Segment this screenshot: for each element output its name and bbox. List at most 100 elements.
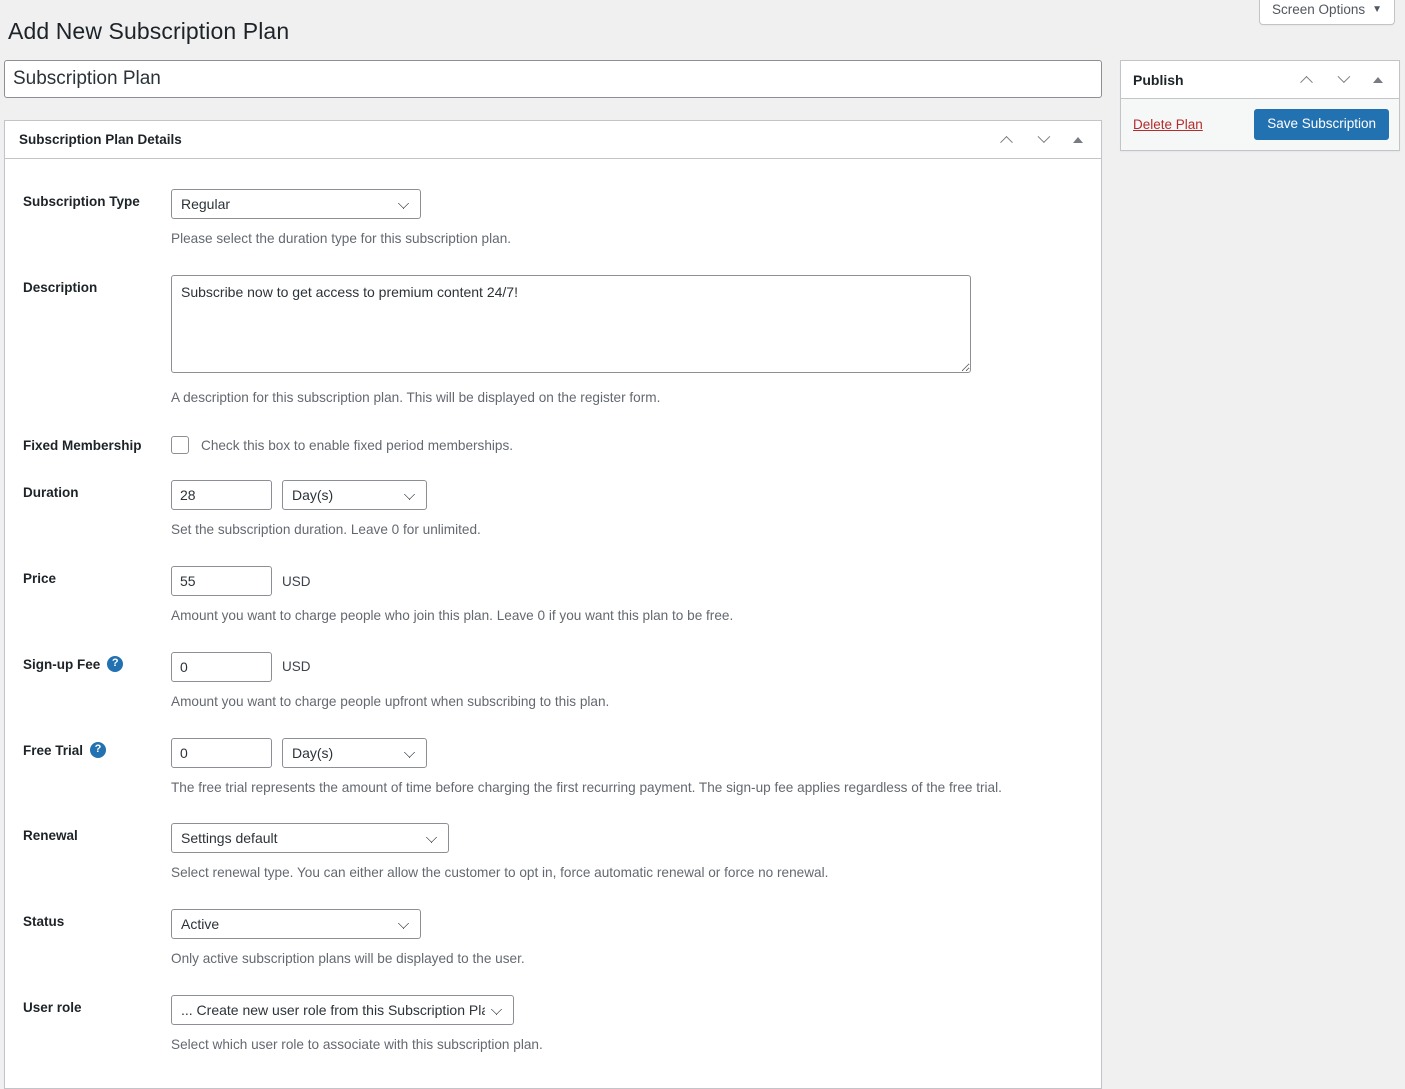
status-description: Only active subscription plans will be d… xyxy=(171,950,525,966)
publish-handle-actions xyxy=(1295,67,1389,93)
plan-title-input[interactable] xyxy=(4,60,1102,98)
move-down-button[interactable] xyxy=(1031,127,1053,153)
duration-description: Set the subscription duration. Leave 0 f… xyxy=(171,522,481,538)
screen-options-label: Screen Options xyxy=(1272,2,1366,17)
toggle-panel-button[interactable] xyxy=(1367,67,1389,93)
signup-fee-group: USD xyxy=(171,651,1101,682)
page-title: Add New Subscription Plan xyxy=(8,18,290,44)
field-status: Active Only active subscription plans wi… xyxy=(171,908,1101,969)
label-text: Sign-up Fee xyxy=(23,656,101,672)
signup-fee-input[interactable] xyxy=(171,651,272,682)
description-textarea[interactable]: Subscribe now to get access to premium c… xyxy=(171,274,971,373)
publish-actions: Delete Plan Save Subscription xyxy=(1121,99,1399,150)
panel-title: Subscription Plan Details xyxy=(19,132,182,147)
subscription-type-select[interactable]: Regular xyxy=(171,189,421,219)
label-user-role: User role xyxy=(23,995,171,1055)
field-subscription-type: Regular Please select the duration type … xyxy=(171,189,1101,249)
duration-unit-select[interactable]: Day(s) xyxy=(282,480,427,511)
label-free-trial: Free Trial ? xyxy=(23,738,171,798)
fixed-membership-checkbox-line: Check this box to enable fixed period me… xyxy=(171,433,1101,455)
user-role-select[interactable]: ... Create new user role from this Subsc… xyxy=(171,994,514,1025)
panel-body: Subscription Type Regular Please select … xyxy=(5,189,1101,1088)
row-duration: Duration Day(s) Set the subscription dur… xyxy=(5,480,1101,540)
label-text: Duration xyxy=(23,485,79,501)
toggle-panel-button[interactable] xyxy=(1067,127,1089,153)
chevron-down-icon: ▼ xyxy=(1372,4,1382,16)
row-renewal: Renewal Settings default Select renewal … xyxy=(5,823,1101,883)
save-subscription-button[interactable]: Save Subscription xyxy=(1254,109,1389,140)
status-select[interactable]: Active xyxy=(171,908,421,939)
duration-group: Day(s) xyxy=(171,480,1101,511)
chevron-up-icon xyxy=(999,135,1013,149)
publish-panel: Publish Delete Plan Save Subscription xyxy=(1120,60,1400,151)
label-renewal: Renewal xyxy=(23,823,171,883)
label-signup-fee: Sign-up Fee ? xyxy=(23,652,171,712)
move-up-button[interactable] xyxy=(1295,67,1317,93)
label-text: Fixed Membership xyxy=(23,438,142,454)
publish-panel-title: Publish xyxy=(1133,71,1184,88)
panel-handle-actions xyxy=(995,127,1089,153)
row-status: Status Active Only active subscription p… xyxy=(5,908,1101,969)
price-description: Amount you want to charge people who joi… xyxy=(171,608,734,624)
label-text: Renewal xyxy=(23,828,78,844)
triangle-up-icon xyxy=(1373,76,1383,83)
duration-input[interactable] xyxy=(171,480,272,511)
row-user-role: User role ... Create new user role from … xyxy=(5,994,1101,1055)
label-status: Status xyxy=(23,909,171,969)
subscription-plan-details-panel: Subscription Plan Details Subscription T… xyxy=(4,120,1102,1089)
field-duration: Day(s) Set the subscription duration. Le… xyxy=(171,480,1101,540)
main-column: Subscription Plan Details Subscription T… xyxy=(4,60,1102,1089)
publish-panel-header: Publish xyxy=(1121,61,1399,99)
label-text: User role xyxy=(23,999,82,1015)
free-trial-group: Day(s) xyxy=(171,737,1101,768)
subscription-type-description: Please select the duration type for this… xyxy=(171,231,512,246)
row-price: Price USD Amount you want to charge peop… xyxy=(5,566,1101,626)
renewal-select[interactable]: Settings default xyxy=(171,823,449,854)
help-icon[interactable]: ? xyxy=(107,655,124,672)
row-subscription-type: Subscription Type Regular Please select … xyxy=(5,189,1101,249)
label-text: Free Trial xyxy=(23,742,84,758)
field-description: Subscribe now to get access to premium c… xyxy=(171,274,1101,408)
price-input[interactable] xyxy=(171,566,272,597)
label-text: Description xyxy=(23,279,98,295)
row-fixed-membership: Fixed Membership Check this box to enabl… xyxy=(5,433,1101,455)
label-description: Description xyxy=(23,275,171,408)
label-price: Price xyxy=(23,566,171,626)
free-trial-input[interactable] xyxy=(171,737,272,768)
field-fixed-membership: Check this box to enable fixed period me… xyxy=(171,433,1101,455)
field-price: USD Amount you want to charge people who… xyxy=(171,566,1101,626)
screen-options-button[interactable]: Screen Options ▼ xyxy=(1259,0,1395,26)
help-icon[interactable]: ? xyxy=(90,741,107,758)
row-free-trial: Free Trial ? Day(s) The free trial repre… xyxy=(5,737,1101,798)
fixed-membership-checkbox-label: Check this box to enable fixed period me… xyxy=(201,437,514,453)
description-help: A description for this subscription plan… xyxy=(171,389,661,405)
field-signup-fee: USD Amount you want to charge people upf… xyxy=(171,651,1101,712)
user-role-description: Select which user role to associate with… xyxy=(171,1036,543,1052)
signup-fee-currency-label: USD xyxy=(282,659,311,675)
chevron-up-icon xyxy=(1299,75,1313,89)
label-subscription-type: Subscription Type xyxy=(23,189,171,249)
signup-fee-description: Amount you want to charge people upfront… xyxy=(171,693,610,709)
move-up-button[interactable] xyxy=(995,127,1017,153)
row-signup-fee: Sign-up Fee ? USD Amount you want to cha… xyxy=(5,651,1101,712)
field-renewal: Settings default Select renewal type. Yo… xyxy=(171,823,1101,883)
chevron-down-icon xyxy=(1337,70,1350,84)
field-free-trial: Day(s) The free trial represents the amo… xyxy=(171,737,1101,798)
free-trial-unit-select[interactable]: Day(s) xyxy=(282,737,427,768)
label-duration: Duration xyxy=(23,480,171,540)
price-group: USD xyxy=(171,566,1101,597)
sidebar-column: Publish Delete Plan Save Subscription xyxy=(1120,60,1400,151)
panel-header: Subscription Plan Details xyxy=(5,121,1101,159)
chevron-down-icon xyxy=(1037,130,1050,144)
label-text: Price xyxy=(23,571,57,587)
label-text: Status xyxy=(23,913,65,929)
price-currency-label: USD xyxy=(282,573,311,589)
field-user-role: ... Create new user role from this Subsc… xyxy=(171,994,1101,1055)
move-down-button[interactable] xyxy=(1331,67,1353,93)
delete-plan-link[interactable]: Delete Plan xyxy=(1133,117,1203,132)
row-description: Description Subscribe now to get access … xyxy=(5,274,1101,408)
triangle-up-icon xyxy=(1073,136,1083,143)
fixed-membership-checkbox[interactable] xyxy=(171,436,189,455)
free-trial-description: The free trial represents the amount of … xyxy=(171,779,1002,795)
label-text: Subscription Type xyxy=(23,194,140,209)
